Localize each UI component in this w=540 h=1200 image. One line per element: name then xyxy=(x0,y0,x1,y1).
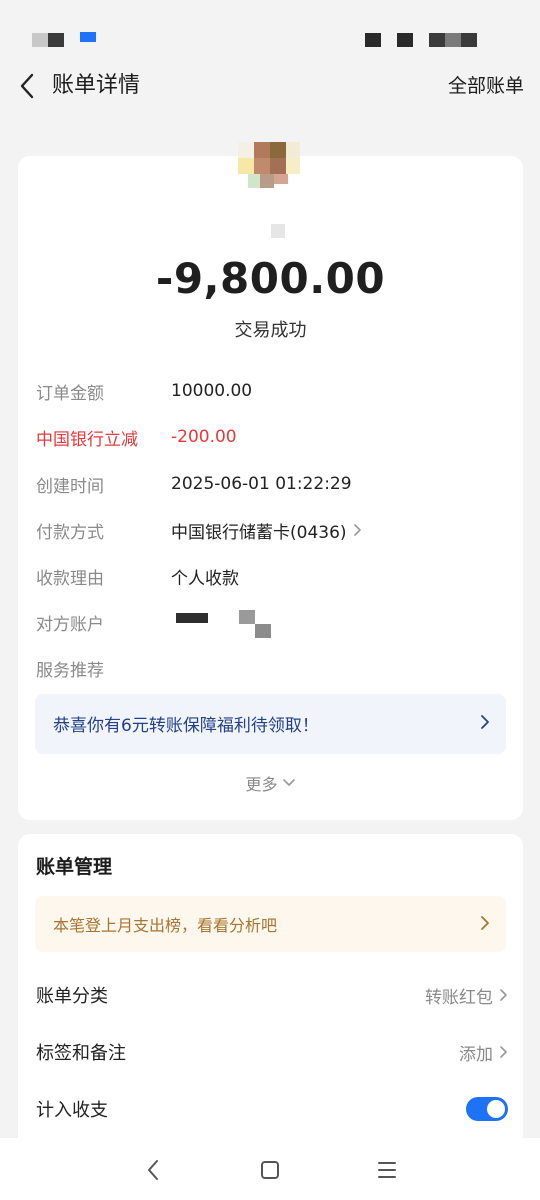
detail-row-service: 服务推荐 xyxy=(36,653,506,683)
detail-row-discount: 中国银行立减 -200.00 xyxy=(36,422,506,452)
bill-detail-card: -9,800.00 交易成功 订单金额 10000.00 中国银行立减 -200… xyxy=(18,142,523,820)
payee-name-mosaic xyxy=(271,224,285,238)
detail-row-reason: 收款理由 个人收款 xyxy=(36,561,506,591)
detail-label: 订单金额 xyxy=(36,383,104,404)
detail-label: 服务推荐 xyxy=(36,660,104,681)
section-title: 账单管理 xyxy=(36,856,113,878)
detail-value: 中国银行储蓄卡(0436) xyxy=(171,522,347,543)
row-label: 账单分类 xyxy=(36,986,108,1007)
chevron-right-icon xyxy=(500,1046,507,1058)
detail-value: -200.00 xyxy=(171,427,237,447)
status-block xyxy=(80,32,96,42)
status-bar xyxy=(0,0,540,60)
detail-label: 收款理由 xyxy=(36,568,104,589)
avatar xyxy=(238,142,300,202)
transaction-amount: -9,800.00 xyxy=(155,254,386,303)
status-block xyxy=(461,33,477,47)
row-value: 添加 xyxy=(459,1044,493,1065)
status-block xyxy=(32,33,48,47)
page-title: 账单详情 xyxy=(52,73,141,98)
more-button[interactable]: 更多 xyxy=(18,771,523,795)
chevron-right-icon xyxy=(481,715,489,729)
nav-back-icon xyxy=(148,1160,158,1180)
back-button[interactable] xyxy=(14,72,40,100)
chevron-right-icon xyxy=(500,989,507,1001)
detail-value: 2025-06-01 01:22:29 xyxy=(171,474,352,494)
system-nav-bar xyxy=(0,1138,540,1200)
detail-value: 10000.00 xyxy=(171,381,253,401)
toggle-knob xyxy=(487,1100,505,1118)
counterparty-mosaic xyxy=(171,607,291,638)
status-block xyxy=(429,33,445,47)
status-block xyxy=(48,33,64,47)
spending-notice-banner[interactable]: 本笔登上月支出榜，看看分析吧 xyxy=(35,896,506,952)
detail-label: 中国银行立减 xyxy=(36,429,138,450)
nav-back-button[interactable] xyxy=(139,1156,167,1184)
transaction-status: 交易成功 xyxy=(234,320,307,341)
detail-row-created-time: 创建时间 2025-06-01 01:22:29 xyxy=(36,469,506,499)
bill-manage-card: 账单管理 本笔登上月支出榜，看看分析吧 账单分类 转账红包 标签和备注 添加 计… xyxy=(18,834,523,1154)
payment-method-value[interactable]: 中国银行储蓄卡(0436) xyxy=(171,518,362,543)
status-block xyxy=(445,33,461,47)
status-block xyxy=(365,33,381,47)
notice-text: 本笔登上月支出榜，看看分析吧 xyxy=(53,916,278,935)
nav-home-button[interactable] xyxy=(256,1156,284,1184)
nav-menu-icon xyxy=(378,1162,396,1178)
row-value: 转账红包 xyxy=(425,987,493,1008)
row-label: 标签和备注 xyxy=(36,1043,126,1064)
tags-value[interactable]: 添加 xyxy=(459,1040,508,1065)
manage-row-tags[interactable]: 标签和备注 添加 xyxy=(36,1037,508,1067)
more-label: 更多 xyxy=(245,775,278,794)
app-header: 账单详情 全部账单 xyxy=(0,60,540,112)
category-value[interactable]: 转账红包 xyxy=(425,983,508,1008)
nav-home-icon xyxy=(261,1161,279,1179)
chevron-right-icon xyxy=(481,916,489,930)
chevron-down-icon xyxy=(282,779,295,786)
chevron-right-icon xyxy=(353,524,361,536)
promo-banner[interactable]: 恭喜你有6元转账保障福利待领取！ xyxy=(35,694,506,754)
detail-label: 付款方式 xyxy=(36,522,104,543)
chevron-left-icon xyxy=(20,73,34,99)
detail-label: 创建时间 xyxy=(36,476,104,497)
row-label: 计入收支 xyxy=(36,1100,108,1121)
include-stats-toggle[interactable] xyxy=(466,1097,508,1121)
promo-text: 恭喜你有6元转账保障福利待领取！ xyxy=(53,716,319,736)
status-block xyxy=(397,33,413,47)
detail-row-order-amount: 订单金额 10000.00 xyxy=(36,376,506,406)
detail-label: 对方账户 xyxy=(36,614,104,635)
manage-row-category[interactable]: 账单分类 转账红包 xyxy=(36,980,508,1010)
detail-row-counterparty: 对方账户 xyxy=(36,607,506,638)
detail-row-payment-method[interactable]: 付款方式 中国银行储蓄卡(0436) xyxy=(36,515,506,545)
nav-menu-button[interactable] xyxy=(373,1156,401,1184)
manage-row-include-stats: 计入收支 xyxy=(36,1094,508,1124)
detail-value: 个人收款 xyxy=(171,568,239,589)
all-bills-link[interactable]: 全部账单 xyxy=(448,72,524,100)
